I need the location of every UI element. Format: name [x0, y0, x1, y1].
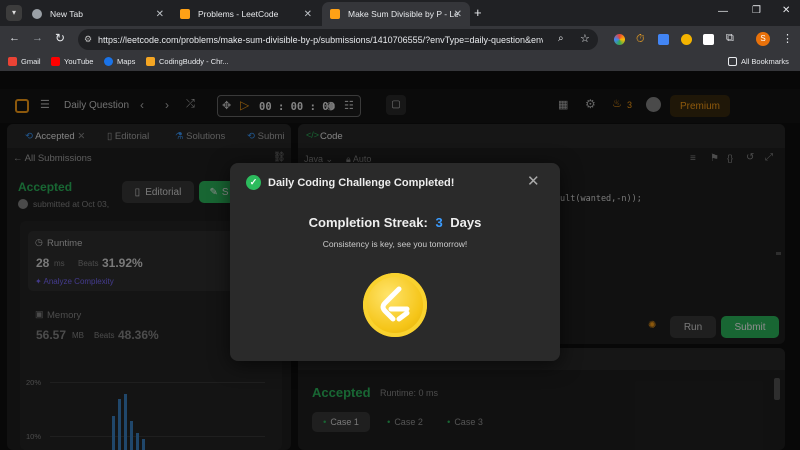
- site-info-icon[interactable]: ⚙: [84, 34, 92, 45]
- minimize-button[interactable]: —: [718, 6, 728, 17]
- bookmarks-bar: Gmail YouTube Maps CodingBuddy - Chr... …: [0, 53, 800, 71]
- star-icon[interactable]: ☆: [580, 32, 590, 45]
- menu-kebab-icon[interactable]: ⋮: [782, 32, 793, 45]
- forward-arrow-icon[interactable]: →: [32, 32, 43, 44]
- restore-button[interactable]: ❐: [752, 5, 761, 16]
- folder-icon: [728, 57, 737, 66]
- extension-icon-3[interactable]: [658, 34, 669, 45]
- zoom-icon[interactable]: ⌕: [558, 33, 564, 44]
- browser-tab-new-tab[interactable]: New Tab ✕: [24, 2, 172, 26]
- streak-label: Completion Streak:: [308, 215, 428, 230]
- leetcode-coin-icon: [363, 273, 427, 337]
- gmail-icon: [8, 57, 17, 66]
- tab-title: New Tab: [50, 9, 83, 19]
- streak-line: Completion Streak: 3 Days: [230, 215, 560, 230]
- tab-title: Problems - LeetCode: [198, 9, 279, 19]
- daily-challenge-modal: ✓ Daily Coding Challenge Completed! ✕ Co…: [230, 163, 560, 361]
- coin-logo-glyph: [380, 286, 410, 322]
- profile-avatar[interactable]: S: [756, 32, 770, 46]
- back-arrow-icon[interactable]: ←: [9, 32, 20, 44]
- streak-number: 3: [435, 215, 443, 230]
- bookmark-maps[interactable]: Maps: [104, 57, 135, 66]
- close-icon[interactable]: ✕: [527, 172, 540, 190]
- browser-tab-problems[interactable]: Problems - LeetCode ✕: [172, 2, 320, 26]
- browser-tab-bar: ▾ New Tab ✕ Problems - LeetCode ✕ Make S…: [0, 0, 800, 26]
- leetcode-logo-icon: [180, 9, 190, 19]
- tab-title: Make Sum Divisible by P - LeetC: [348, 9, 458, 19]
- reload-icon[interactable]: ↻: [55, 31, 65, 45]
- new-tab-button[interactable]: +: [474, 5, 482, 20]
- close-icon[interactable]: ✕: [454, 9, 462, 20]
- bookmark-gmail[interactable]: Gmail: [8, 57, 41, 66]
- bookmark-youtube[interactable]: YouTube: [51, 57, 93, 66]
- extension-icon-2[interactable]: ⏱: [636, 33, 645, 46]
- url-text: https://leetcode.com/problems/make-sum-d…: [98, 34, 543, 45]
- codingbuddy-icon: [146, 57, 155, 66]
- window-close-button[interactable]: ✕: [782, 5, 790, 16]
- close-icon[interactable]: ✕: [304, 9, 312, 20]
- bookmark-codingbuddy[interactable]: CodingBuddy - Chr...: [146, 57, 229, 66]
- close-icon[interactable]: ✕: [156, 9, 164, 20]
- check-circle-icon: ✓: [246, 175, 261, 190]
- extension-icon-1[interactable]: [614, 34, 625, 45]
- maps-icon: [104, 57, 113, 66]
- tab-search-button[interactable]: ▾: [6, 5, 22, 21]
- browser-toolbar: ← → ↻ ⚙ https://leetcode.com/problems/ma…: [0, 26, 800, 53]
- extension-icon-5[interactable]: [703, 34, 714, 45]
- extensions-puzzle-icon[interactable]: ⧉: [726, 32, 734, 45]
- address-bar[interactable]: ⚙ https://leetcode.com/problems/make-sum…: [78, 29, 598, 50]
- globe-icon: [32, 9, 42, 19]
- leetcode-logo-icon: [330, 9, 340, 19]
- modal-message: Consistency is key, see you tomorrow!: [322, 239, 468, 249]
- browser-tab-active[interactable]: Make Sum Divisible by P - LeetC ✕: [322, 2, 470, 26]
- youtube-icon: [51, 57, 60, 66]
- extension-icon-4[interactable]: [681, 34, 692, 45]
- streak-unit: Days: [450, 215, 482, 230]
- modal-title: Daily Coding Challenge Completed!: [268, 177, 455, 189]
- all-bookmarks[interactable]: All Bookmarks: [728, 57, 789, 66]
